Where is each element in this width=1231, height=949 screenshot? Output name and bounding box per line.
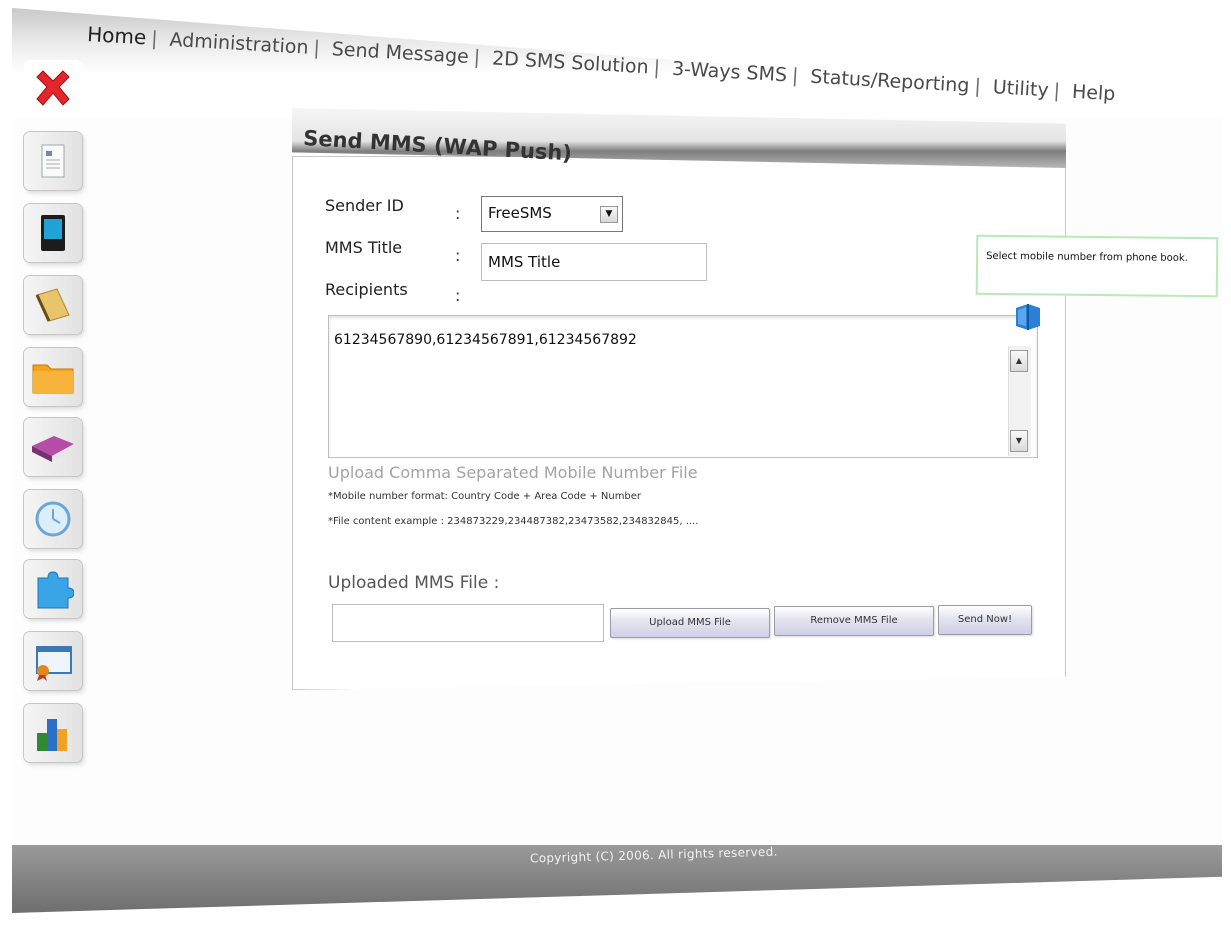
send-mms-panel: Send MMS (WAP Push) Sender ID : FreeSMS … bbox=[288, 108, 1070, 690]
sender-id-label: Sender ID bbox=[325, 196, 404, 215]
colon: : bbox=[455, 204, 461, 223]
sidebar-item-certificate[interactable] bbox=[24, 632, 82, 690]
uploaded-mms-file-label: Uploaded MMS File : bbox=[328, 573, 500, 593]
sender-id-select[interactable]: FreeSMS ▼ bbox=[481, 196, 623, 232]
close-icon bbox=[36, 70, 70, 106]
sidebar-item-book[interactable] bbox=[24, 418, 82, 476]
sidebar-item-puzzle[interactable] bbox=[24, 560, 82, 618]
upload-mms-file-button[interactable]: Upload MMS File bbox=[610, 608, 770, 638]
remove-mms-file-button[interactable]: Remove MMS File bbox=[774, 606, 934, 636]
nav-home[interactable]: Home bbox=[87, 22, 147, 49]
scroll-down-icon[interactable]: ▼ bbox=[1010, 430, 1028, 452]
bar-chart-icon bbox=[37, 719, 67, 751]
send-now-button[interactable]: Send Now! bbox=[938, 605, 1032, 635]
puzzle-icon bbox=[37, 571, 74, 609]
certificate-icon bbox=[36, 646, 72, 681]
sidebar-item-folder[interactable] bbox=[24, 348, 82, 406]
sidebar-item-clock[interactable] bbox=[24, 490, 82, 548]
sidebar-item-close[interactable] bbox=[24, 60, 82, 118]
mms-title-label: MMS Title bbox=[325, 238, 403, 257]
nav-separator: | bbox=[791, 64, 800, 87]
book-icon bbox=[32, 436, 74, 462]
nav-help[interactable]: Help bbox=[1071, 81, 1116, 105]
sidebar-item-mobile[interactable] bbox=[24, 204, 82, 262]
colon: : bbox=[455, 286, 461, 305]
sidebar-item-chart[interactable] bbox=[24, 704, 82, 762]
upload-number-file-link[interactable]: Upload Comma Separated Mobile Number Fil… bbox=[328, 463, 698, 482]
scrollbar[interactable]: ▲ ▼ bbox=[1008, 346, 1031, 456]
recipients-textarea[interactable]: 61234567890,61234567891,61234567892 ▲ ▼ bbox=[328, 315, 1038, 458]
nav-separator: | bbox=[473, 46, 481, 69]
nav-separator: | bbox=[1053, 79, 1061, 103]
recipients-label: Recipients bbox=[325, 280, 408, 299]
notepad-icon bbox=[35, 288, 70, 322]
phonebook-tooltip: Select mobile number from phone book. bbox=[975, 234, 1219, 298]
phonebook-icon[interactable] bbox=[1014, 302, 1042, 334]
mms-title-input[interactable]: MMS Title bbox=[481, 243, 707, 281]
uploaded-mms-file-field[interactable] bbox=[332, 604, 604, 642]
document-icon bbox=[41, 144, 65, 178]
nav-separator: | bbox=[150, 27, 159, 51]
sidebar-item-notepad[interactable] bbox=[24, 276, 82, 334]
sidebar-item-document[interactable] bbox=[24, 132, 82, 190]
scroll-up-icon[interactable]: ▲ bbox=[1010, 350, 1028, 372]
nav-separator: | bbox=[312, 37, 321, 60]
chevron-down-icon[interactable]: ▼ bbox=[600, 206, 618, 223]
recipients-value: 61234567890,61234567891,61234567892 bbox=[334, 332, 637, 348]
nav-separator: | bbox=[973, 75, 982, 98]
nav-separator: | bbox=[653, 56, 661, 79]
mobile-phone-icon bbox=[41, 215, 65, 251]
sender-id-value: FreeSMS bbox=[488, 204, 552, 222]
colon: : bbox=[455, 246, 461, 265]
folder-icon bbox=[32, 364, 74, 394]
number-format-note: *Mobile number format: Country Code + Ar… bbox=[328, 491, 642, 502]
file-content-example-note: *File content example : 234873229,234487… bbox=[328, 516, 699, 527]
nav-utility[interactable]: Utility bbox=[992, 76, 1049, 101]
clock-icon bbox=[35, 501, 71, 537]
